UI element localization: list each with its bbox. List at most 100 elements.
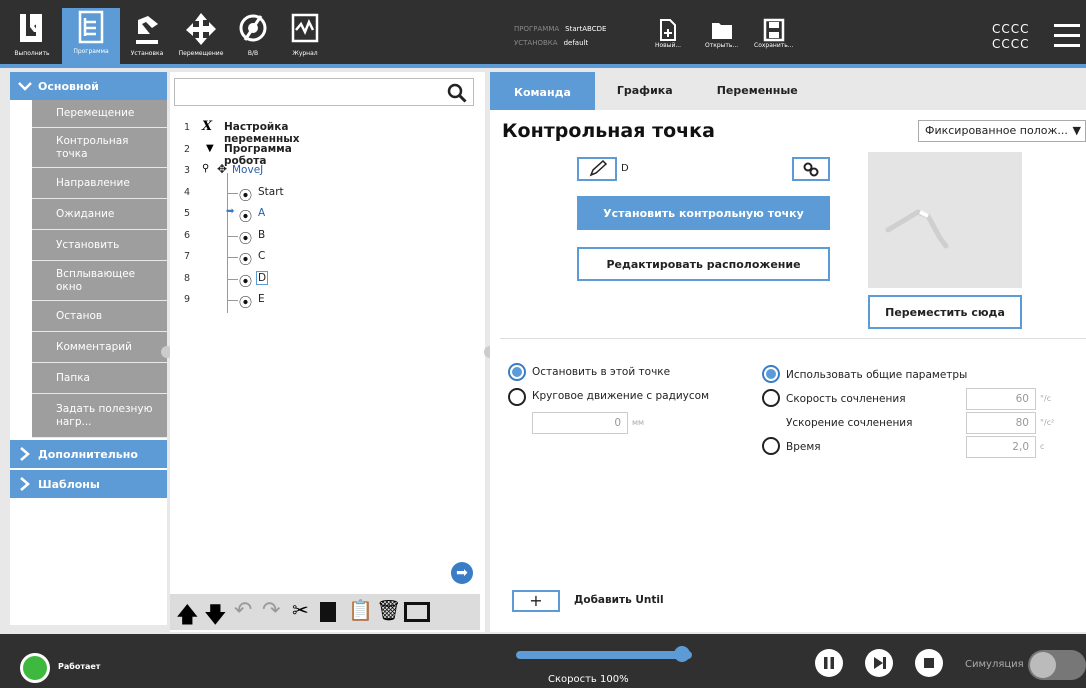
sidebar-item-comment[interactable]: Комментарий bbox=[32, 332, 167, 363]
tab-run[interactable]: Выполнить bbox=[8, 10, 56, 64]
dropdown-arrow-icon: ▼ bbox=[1072, 124, 1081, 137]
tab-log[interactable]: Журнал bbox=[280, 10, 330, 64]
chevron-right-icon bbox=[20, 447, 30, 461]
simulation-label: Симуляция bbox=[965, 659, 1024, 670]
robot-preview bbox=[868, 152, 1022, 288]
robot-status: Работает bbox=[58, 662, 101, 671]
speed-slider[interactable] bbox=[516, 646, 692, 662]
accent-line bbox=[0, 64, 1086, 68]
pause-icon bbox=[824, 657, 834, 669]
waypoint-name: D bbox=[621, 163, 629, 174]
joint-speed-field[interactable]: 60 bbox=[966, 388, 1036, 410]
waypoint-icon: ⦿ bbox=[239, 188, 253, 204]
blend-radius-field[interactable]: 0 bbox=[532, 412, 628, 434]
log-icon bbox=[291, 13, 319, 43]
search-input[interactable] bbox=[174, 78, 474, 106]
command-panel: Команда Графика Переменные Контрольная т… bbox=[490, 72, 1086, 632]
sidebar-item-wait[interactable]: Ожидание bbox=[32, 199, 167, 230]
tab-program[interactable]: Программа bbox=[62, 8, 120, 64]
tab-graphics[interactable]: Графика bbox=[595, 72, 695, 110]
next-arrow-icon[interactable]: ➡ bbox=[451, 562, 473, 584]
pause-button[interactable] bbox=[815, 649, 843, 677]
tab-installation[interactable]: Установка bbox=[122, 10, 172, 64]
chevron-right-icon bbox=[20, 477, 30, 491]
sidebar-item-folder[interactable]: Папка bbox=[32, 363, 167, 394]
save-icon bbox=[763, 18, 784, 42]
redo-icon[interactable]: ↷ bbox=[262, 598, 280, 623]
set-waypoint-button[interactable]: Установить контрольную точку bbox=[577, 196, 830, 230]
robot-arm-icon bbox=[136, 16, 158, 44]
search-icon[interactable] bbox=[447, 83, 467, 103]
sidebar-item-move[interactable]: Перемещение bbox=[32, 100, 167, 128]
joint-accel-label: Ускорение сочленения bbox=[786, 417, 913, 429]
simulation-toggle[interactable] bbox=[1028, 650, 1086, 680]
program-tree-icon bbox=[78, 10, 104, 44]
expand-triangle-icon[interactable]: ▼ bbox=[206, 143, 214, 154]
pin-icon: ⚲ bbox=[202, 163, 210, 174]
step-button[interactable] bbox=[865, 649, 893, 677]
page-title: Контрольная точка bbox=[502, 120, 715, 142]
category-templates[interactable]: Шаблоны bbox=[10, 470, 167, 498]
panel-tabs: Команда Графика Переменные bbox=[490, 72, 1086, 110]
move-down-icon[interactable]: 🡇 bbox=[204, 598, 227, 636]
waypoint-type-select[interactable]: Фиксированное полож... ▼ bbox=[918, 120, 1086, 142]
link-button[interactable] bbox=[792, 157, 830, 181]
power-status-button[interactable] bbox=[20, 653, 50, 683]
tab-io[interactable]: В/В bbox=[232, 10, 274, 64]
sidebar-item-direction[interactable]: Направление bbox=[32, 168, 167, 199]
sidebar-item-popup[interactable]: Всплывающее окно bbox=[32, 261, 167, 301]
add-until-button[interactable]: + bbox=[512, 590, 560, 612]
ur-logo-icon bbox=[20, 14, 42, 42]
chevron-down-icon bbox=[18, 82, 32, 91]
category-basic[interactable]: Основной bbox=[10, 72, 167, 100]
rename-button[interactable] bbox=[577, 157, 617, 181]
variables-icon: X bbox=[202, 119, 213, 134]
new-button[interactable]: Новый... bbox=[655, 18, 681, 49]
menu-icon[interactable] bbox=[1054, 24, 1080, 54]
sidebar-item-waypoint[interactable]: Контрольная точка bbox=[32, 128, 167, 168]
blend-radio[interactable] bbox=[508, 388, 526, 406]
undo-icon[interactable]: ↶ bbox=[234, 598, 252, 623]
stop-at-point-radio[interactable] bbox=[508, 363, 526, 381]
command-sidebar: Основной Перемещение Контрольная точка Н… bbox=[10, 72, 167, 625]
waypoint-icon: ⦿ bbox=[239, 296, 253, 311]
stop-button[interactable] bbox=[915, 649, 943, 677]
delete-icon[interactable]: 🗑 bbox=[376, 598, 401, 622]
open-button[interactable]: Открыть... bbox=[705, 18, 738, 49]
move-up-icon[interactable]: 🡅 bbox=[176, 598, 199, 636]
paste-icon[interactable]: 📋 bbox=[348, 598, 373, 622]
joint-accel-field[interactable]: 80 bbox=[966, 412, 1036, 434]
tab-move[interactable]: Перемещение bbox=[172, 10, 230, 64]
divider bbox=[500, 338, 1086, 339]
sidebar-item-payload[interactable]: Задать полезную нагр... bbox=[32, 394, 167, 438]
user-info: CCCC CCCC bbox=[992, 22, 1030, 51]
current-pointer-icon: ➡ bbox=[226, 206, 235, 217]
joint-speed-label: Скорость сочленения bbox=[786, 393, 906, 405]
plus-icon: + bbox=[529, 591, 543, 610]
edit-pose-button[interactable]: Редактировать расположение bbox=[577, 247, 830, 281]
joint-speed-radio[interactable] bbox=[762, 389, 780, 407]
copy-icon[interactable] bbox=[320, 602, 336, 622]
sidebar-item-set[interactable]: Установить bbox=[32, 230, 167, 261]
stop-at-point-label: Остановить в этой точке bbox=[532, 366, 671, 378]
suppress-icon[interactable] bbox=[404, 602, 430, 622]
shared-params-radio[interactable] bbox=[762, 365, 780, 383]
bottom-bar: Работает Скорость 100% Симуляция bbox=[0, 634, 1086, 688]
cut-icon[interactable]: ✂ bbox=[292, 598, 309, 622]
category-advanced[interactable]: Дополнительно bbox=[10, 440, 167, 468]
program-tree-panel: 1 X Настройка переменных 2 ▼ Программа р… bbox=[170, 72, 485, 632]
time-label: Время bbox=[786, 441, 821, 453]
move-icon: ✥ bbox=[217, 162, 228, 176]
tab-variables[interactable]: Переменные bbox=[695, 72, 820, 110]
time-radio[interactable] bbox=[762, 437, 780, 455]
move-arrows-icon bbox=[186, 13, 216, 45]
speed-slider-knob[interactable] bbox=[674, 646, 690, 662]
waypoint-icon: ⦿ bbox=[239, 231, 253, 247]
tab-command[interactable]: Команда bbox=[490, 72, 595, 110]
time-field[interactable]: 2,0 bbox=[966, 436, 1036, 458]
waypoint-icon: ⦿ bbox=[239, 274, 253, 290]
sidebar-item-halt[interactable]: Останов bbox=[32, 301, 167, 332]
save-button[interactable]: Сохранить... bbox=[754, 18, 793, 49]
move-here-button[interactable]: Переместить сюда bbox=[868, 295, 1022, 329]
waypoint-icon: ⦿ bbox=[239, 253, 253, 268]
